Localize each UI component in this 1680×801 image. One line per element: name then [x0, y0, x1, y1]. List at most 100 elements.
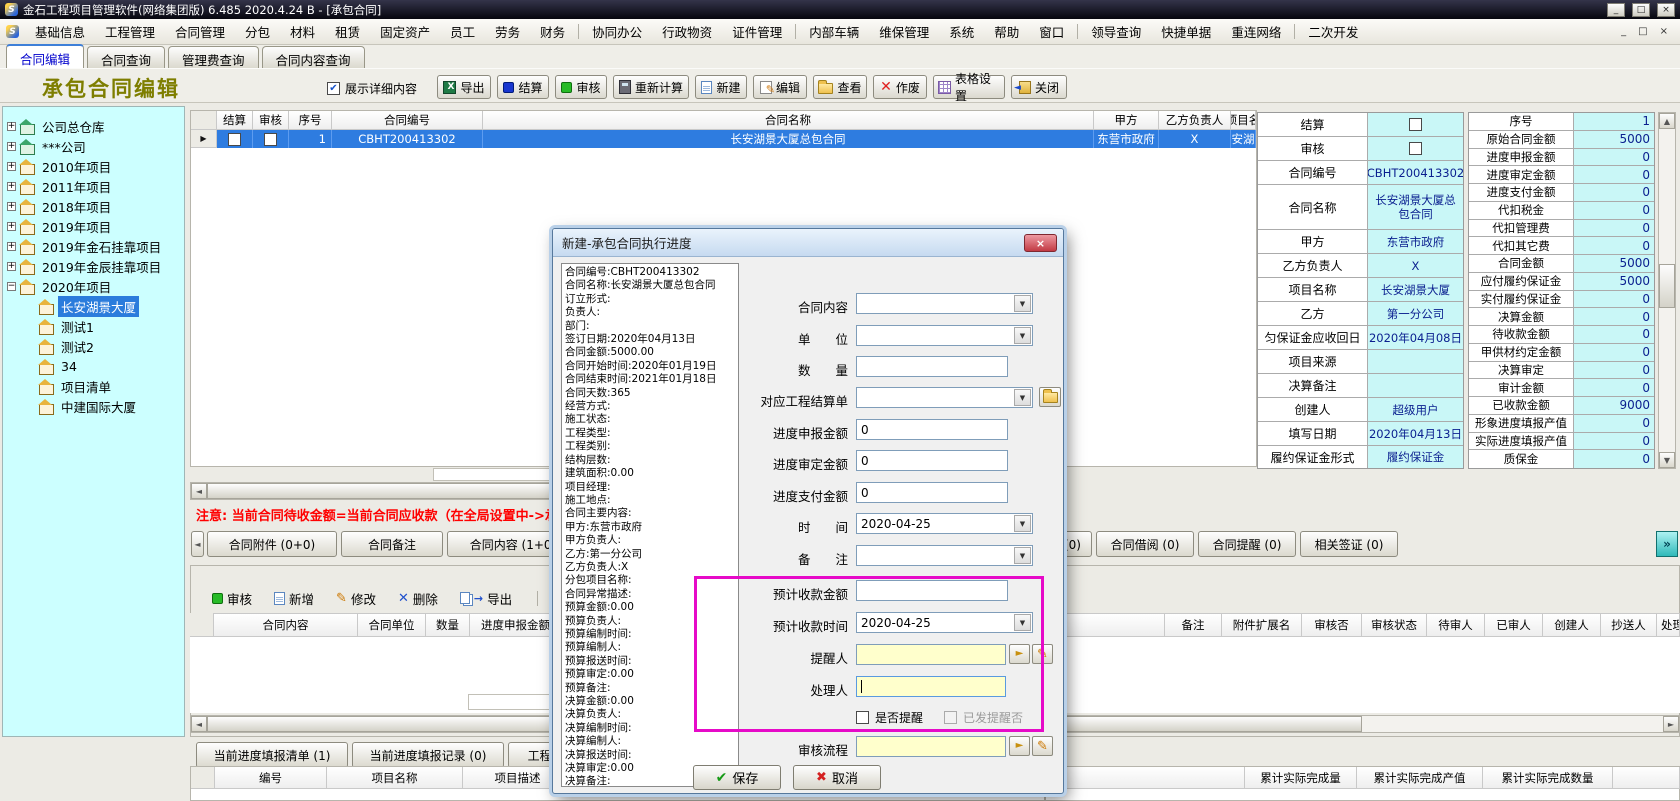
row-audit-cell[interactable] [253, 130, 289, 148]
col-header[interactable]: 结算 [217, 111, 253, 130]
col-header[interactable]: 项目名称 [327, 767, 463, 789]
detail-checkbox[interactable] [327, 82, 340, 95]
menu-item[interactable]: 劳务 [485, 18, 530, 45]
content-modify-button[interactable]: ✎修改 [336, 589, 376, 608]
export-button[interactable]: 导出 [437, 75, 491, 99]
audit-button[interactable]: 审核 [555, 75, 607, 99]
menu-item[interactable]: 合同管理 [165, 18, 235, 45]
col-header[interactable]: 备注 [1165, 613, 1222, 637]
tab-scroll-left-button[interactable] [191, 531, 204, 557]
expand-icon[interactable] [7, 222, 16, 231]
tree-item[interactable]: 中建国际大厦 [39, 397, 139, 416]
chevron-down-icon[interactable] [1014, 295, 1031, 312]
declare-input[interactable]: 0 [856, 419, 1008, 440]
col-header[interactable]: 进度申报金额 [470, 613, 562, 637]
col-header[interactable]: 合同名称 [483, 111, 1094, 130]
qty-input[interactable] [856, 356, 1008, 377]
col-header[interactable]: 审核否 [1302, 613, 1362, 637]
menu-item[interactable]: 二次开发 [1298, 18, 1368, 45]
mdi-close-button[interactable]: × [1654, 26, 1674, 37]
tree-item[interactable]: 2019年金辰挂靠项目 [7, 257, 164, 276]
section-tab-borrow[interactable]: 合同借阅 (0) [1096, 531, 1194, 557]
menu-item[interactable]: 快捷单据 [1151, 18, 1221, 45]
col-header[interactable]: 累计实际完成数量 [1483, 767, 1613, 789]
tree-item[interactable]: 测试1 [39, 317, 97, 336]
scroll-left-icon[interactable] [191, 483, 207, 499]
remind-checkbox-wrap[interactable]: 是否提醒 [856, 709, 923, 726]
content-add-button[interactable]: 新增 [274, 589, 314, 608]
col-header[interactable]: 甲方 [1094, 111, 1159, 130]
tab-fee-query[interactable]: 管理费查询 [168, 46, 259, 68]
tree-item[interactable]: 2010年项目 [7, 157, 114, 176]
expand-icon[interactable] [7, 142, 16, 151]
menu-item[interactable]: 系统 [939, 18, 984, 45]
section-tab-attachments[interactable]: 合同附件 (0+0) [207, 531, 337, 557]
col-header[interactable]: 数量 [426, 613, 470, 637]
reminder-pick-button[interactable]: ► [1009, 644, 1030, 664]
col-header[interactable]: 项目名 [1231, 111, 1256, 130]
scroll-up-icon[interactable] [1659, 113, 1675, 129]
row-settle-cell[interactable] [217, 130, 253, 148]
close-button[interactable]: × [1657, 3, 1675, 17]
expand-icon[interactable] [7, 122, 16, 131]
expand-icon[interactable] [7, 202, 16, 211]
col-header[interactable]: 待审人 [1427, 613, 1485, 637]
detail-checkbox-wrap[interactable]: 展示详细内容 [327, 80, 417, 97]
expand-icon[interactable] [7, 242, 16, 251]
tree-item[interactable]: 2019年金石挂靠项目 [7, 237, 164, 256]
settlement-browse-button[interactable] [1039, 387, 1061, 407]
menu-item[interactable]: 财务 [530, 18, 575, 45]
tree-item[interactable]: 2019年项目 [7, 217, 114, 236]
tree-item[interactable]: 项目清单 [39, 377, 114, 396]
scroll-thumb[interactable] [207, 716, 587, 732]
edit-button[interactable]: 编辑 [753, 75, 807, 99]
chevron-down-icon[interactable] [1014, 515, 1031, 532]
unit-combo[interactable] [856, 325, 1033, 346]
col-header[interactable]: 序号 [289, 111, 332, 130]
tab-content-query[interactable]: 合同内容查询 [262, 46, 365, 68]
flow-edit-button[interactable]: ✎ [1032, 736, 1053, 756]
audit-flag-cell[interactable] [1368, 137, 1463, 161]
chevron-down-icon[interactable] [1014, 614, 1031, 631]
expand-icon[interactable] [7, 182, 16, 191]
scroll-thumb[interactable] [1659, 264, 1675, 308]
chevron-down-icon[interactable] [1014, 389, 1031, 406]
minimize-button[interactable]: _ [1607, 3, 1625, 17]
mdi-restore-button[interactable]: □ [1632, 26, 1653, 37]
mdi-minimize-button[interactable]: _ [1615, 26, 1632, 37]
col-header[interactable]: 累计实际完成量 [1245, 767, 1357, 789]
content-combo[interactable] [856, 293, 1033, 314]
tab-contract-edit[interactable]: 合同编辑 [6, 44, 84, 68]
tab-contract-query[interactable]: 合同查询 [87, 46, 165, 68]
tree-item[interactable]: 测试2 [39, 337, 97, 356]
menu-item[interactable]: 维保管理 [869, 18, 939, 45]
bottom-tab-progress-list[interactable]: 当前进度填报清单 (1) [196, 742, 348, 768]
col-header[interactable]: 附件扩展名 [1222, 613, 1302, 637]
section-tab-visa[interactable]: 相关签证 (0) [1300, 531, 1398, 557]
chevron-down-icon[interactable] [1014, 547, 1031, 564]
expect-amount-input[interactable] [856, 580, 1008, 601]
flow-pick-button[interactable]: ► [1009, 736, 1030, 756]
settlement-combo[interactable] [856, 387, 1033, 408]
bottom-tab-progress-record[interactable]: 当前进度填报记录 (0) [352, 742, 504, 768]
audit-flag-checkbox[interactable] [1409, 142, 1422, 155]
panel-v-scrollbar[interactable] [1658, 112, 1676, 469]
settle-button[interactable]: 结算 [497, 75, 549, 99]
menu-item[interactable]: 协同办公 [582, 18, 652, 45]
menu-item[interactable]: 员工 [440, 18, 485, 45]
col-header[interactable]: 审核 [253, 111, 289, 130]
close-page-button[interactable]: 关闭 [1011, 75, 1067, 99]
reminder-edit-button[interactable]: ✎ [1032, 644, 1053, 664]
pay-input[interactable]: 0 [856, 482, 1008, 503]
col-header[interactable]: 累计实际完成产值 [1357, 767, 1483, 789]
tree-item[interactable]: 2011年项目 [7, 177, 114, 196]
section-tab-remarks[interactable]: 合同备注 [341, 531, 443, 557]
handler-input-focused[interactable] [856, 676, 1006, 697]
tree-item-selected[interactable]: 长安湖景大厦 [39, 297, 139, 316]
col-header[interactable]: 乙方负责人 [1159, 111, 1231, 130]
view-button[interactable]: 查看 [813, 75, 867, 99]
scroll-right-icon[interactable] [1663, 716, 1679, 732]
menu-item[interactable]: 基础信息 [25, 18, 95, 45]
menu-item[interactable]: 窗口 [1029, 18, 1074, 45]
menu-item[interactable]: 重连网络 [1221, 18, 1291, 45]
